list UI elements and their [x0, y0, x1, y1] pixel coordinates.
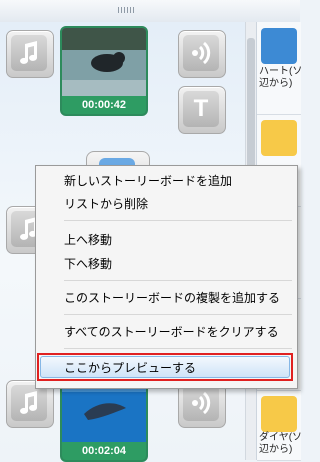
- audio-slot[interactable]: [178, 30, 226, 78]
- effect-label: ハート(ソ 辺から): [259, 66, 303, 89]
- music-note-icon: [11, 35, 47, 71]
- panel-header: [0, 0, 300, 23]
- menu-separator: [64, 314, 292, 315]
- menu-item-clear-all-storyboards[interactable]: すべてのストーリーボードをクリアする: [64, 322, 279, 342]
- clip-duration: 00:02:04: [62, 442, 146, 460]
- menu-item-duplicate-storyboard[interactable]: このストーリーボードの複製を追加する: [64, 288, 280, 308]
- clip-duration: 00:00:42: [62, 96, 146, 114]
- music-note-icon: [11, 385, 47, 421]
- clip-thumbnail: [62, 28, 146, 96]
- effect-item[interactable]: ハート(ソ 辺から): [257, 22, 302, 115]
- text-T-icon: T: [183, 91, 219, 127]
- annotation-highlight-box: [37, 353, 293, 381]
- menu-separator: [64, 280, 292, 281]
- effect-label: ダイヤ(ソ 辺から): [259, 432, 303, 455]
- effect-thumbnail: [261, 120, 297, 156]
- context-menu: 新しいストーリーボードを追加 リストから削除 上へ移動 下へ移動 このストーリー…: [35, 165, 298, 389]
- menu-separator: [64, 220, 292, 221]
- music-slot[interactable]: [6, 30, 54, 78]
- text-slot[interactable]: T: [178, 86, 226, 134]
- menu-item-add-storyboard[interactable]: 新しいストーリーボードを追加: [64, 171, 232, 191]
- audio-waves-icon: [183, 385, 219, 421]
- audio-waves-icon: [183, 35, 219, 71]
- effect-thumbnail: [261, 396, 297, 432]
- menu-item-remove-from-list[interactable]: リストから削除: [64, 194, 148, 214]
- resize-grip[interactable]: [118, 7, 134, 13]
- menu-item-move-down[interactable]: 下へ移動: [64, 254, 112, 274]
- video-clip-1[interactable]: 00:00:42: [60, 26, 148, 116]
- effect-item[interactable]: ダイヤ(ソ 辺から): [257, 390, 302, 461]
- menu-item-move-up[interactable]: 上へ移動: [64, 230, 112, 250]
- menu-separator: [64, 348, 292, 349]
- effect-thumbnail: [261, 28, 297, 64]
